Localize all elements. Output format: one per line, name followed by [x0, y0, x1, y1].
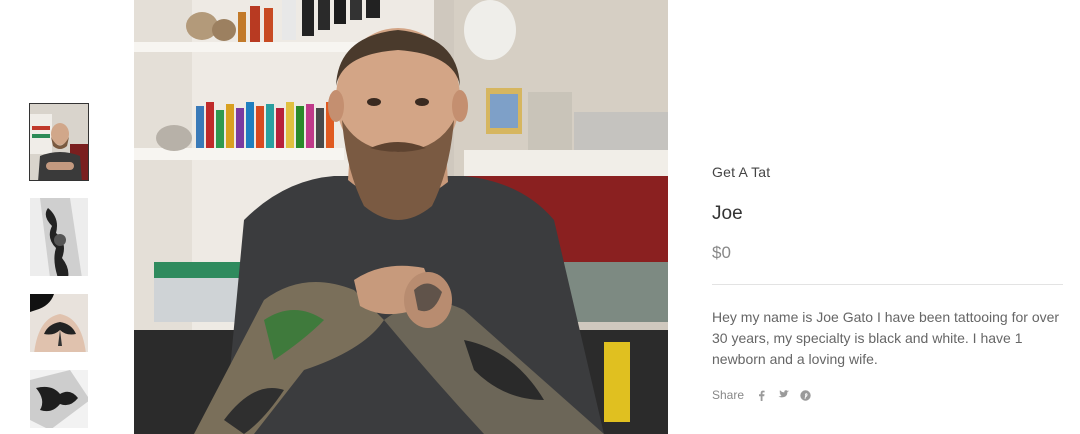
product-info: Get A Tat Joe $0 Hey my name is Joe Gato…	[712, 164, 1064, 402]
share-label: Share	[712, 388, 745, 402]
facebook-icon[interactable]	[755, 389, 767, 401]
divider	[712, 284, 1063, 285]
thumbnail-artist-portrait[interactable]	[29, 103, 89, 181]
gallery-thumbnails	[29, 103, 91, 434]
thumbnail-back-moth-tattoo[interactable]	[29, 293, 89, 353]
share-row: Share	[712, 388, 1064, 402]
thumbnail-arm-tattoo-2[interactable]	[29, 369, 89, 429]
product-title: Joe	[712, 203, 743, 224]
product-description: Hey my name is Joe Gato I have been tatt…	[712, 309, 1060, 367]
product-vendor[interactable]: Get A Tat	[712, 164, 1064, 180]
product-price: $0	[712, 243, 731, 262]
main-product-photo	[134, 0, 668, 434]
twitter-icon[interactable]	[777, 389, 790, 401]
pinterest-icon[interactable]	[799, 389, 811, 401]
thumbnail-arm-tattoo-1[interactable]	[29, 197, 89, 277]
